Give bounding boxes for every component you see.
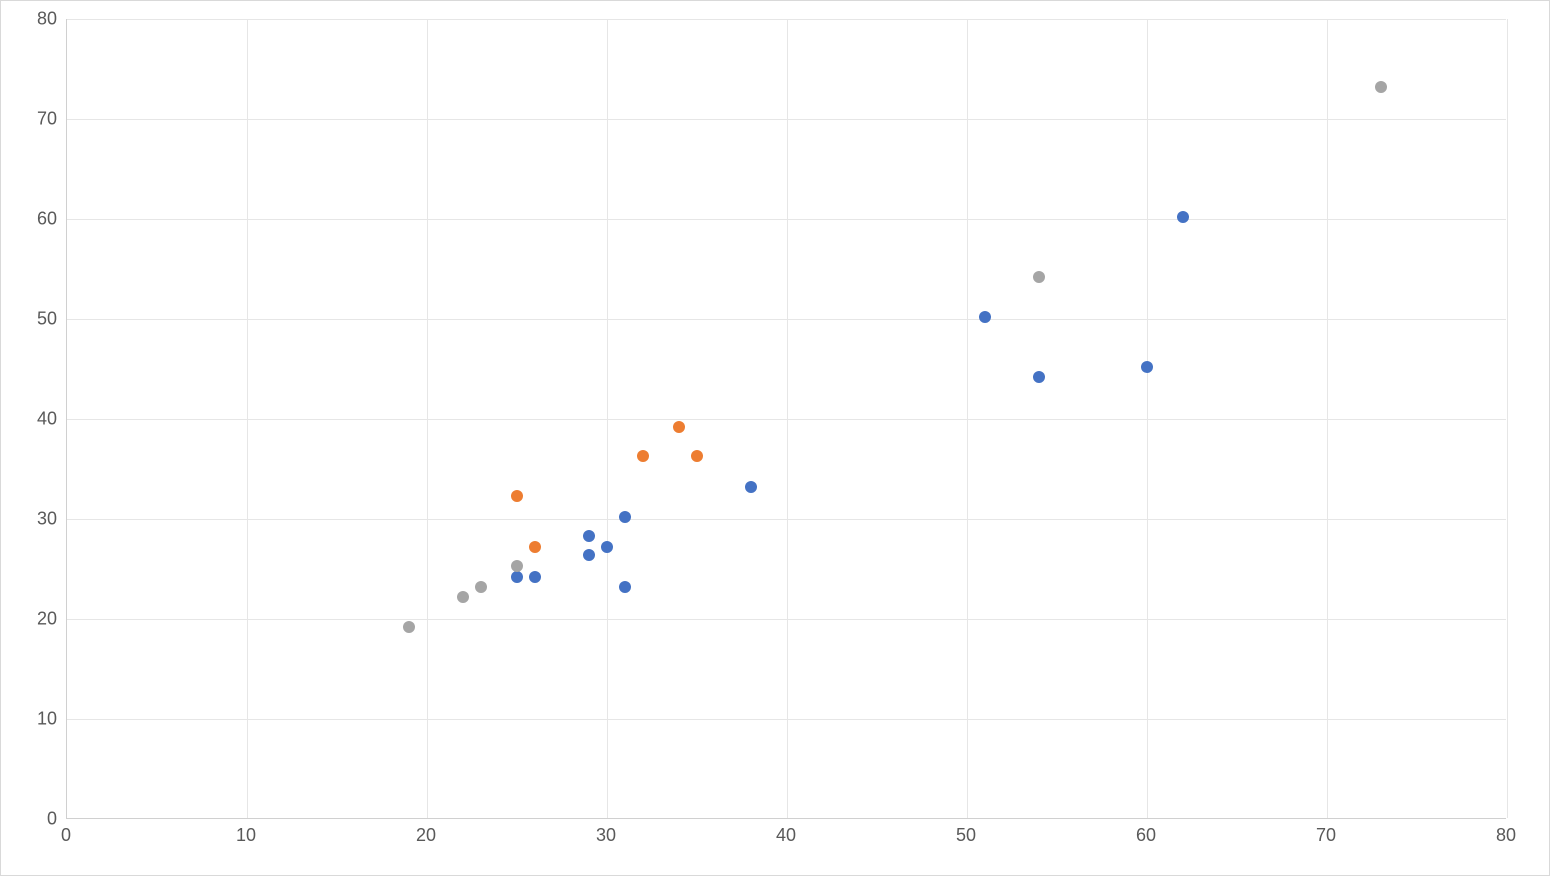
y-tick-label: 80	[1, 9, 57, 30]
x-tick-label: 70	[1316, 825, 1336, 846]
x-tick-label: 40	[776, 825, 796, 846]
data-point	[619, 511, 631, 523]
y-tick-label: 20	[1, 609, 57, 630]
gridline-horizontal	[67, 419, 1506, 420]
gridline-vertical	[1507, 19, 1508, 818]
data-point	[619, 581, 631, 593]
data-point	[673, 421, 685, 433]
gridline-horizontal	[67, 519, 1506, 520]
gridline-horizontal	[67, 119, 1506, 120]
data-point	[511, 571, 523, 583]
x-tick-label: 50	[956, 825, 976, 846]
gridline-horizontal	[67, 19, 1506, 20]
x-tick-label: 0	[61, 825, 71, 846]
x-tick-label: 80	[1496, 825, 1516, 846]
data-point	[979, 311, 991, 323]
data-point	[529, 541, 541, 553]
data-point	[403, 621, 415, 633]
x-tick-label: 30	[596, 825, 616, 846]
data-point	[1177, 211, 1189, 223]
y-tick-label: 0	[1, 809, 57, 830]
data-point	[601, 541, 613, 553]
x-tick-label: 10	[236, 825, 256, 846]
y-tick-label: 60	[1, 209, 57, 230]
gridline-horizontal	[67, 619, 1506, 620]
gridline-horizontal	[67, 719, 1506, 720]
data-point	[1033, 271, 1045, 283]
data-point	[637, 450, 649, 462]
y-tick-label: 70	[1, 109, 57, 130]
scatter-chart: 0 10 20 30 40 50 60 70 80 0 10 20 30 40 50 60 70 80	[0, 0, 1550, 876]
data-point	[457, 591, 469, 603]
data-point	[583, 530, 595, 542]
data-point	[1141, 361, 1153, 373]
gridline-horizontal	[67, 319, 1506, 320]
data-point	[1033, 371, 1045, 383]
y-tick-label: 50	[1, 309, 57, 330]
data-point	[511, 490, 523, 502]
gridline-horizontal	[67, 219, 1506, 220]
plot-area	[66, 19, 1506, 819]
y-tick-label: 30	[1, 509, 57, 530]
data-point	[529, 571, 541, 583]
y-tick-label: 40	[1, 409, 57, 430]
data-point	[745, 481, 757, 493]
data-point	[475, 581, 487, 593]
x-tick-label: 20	[416, 825, 436, 846]
y-tick-label: 10	[1, 709, 57, 730]
data-point	[691, 450, 703, 462]
data-point	[511, 560, 523, 572]
data-point	[583, 549, 595, 561]
x-tick-label: 60	[1136, 825, 1156, 846]
data-point	[1375, 81, 1387, 93]
